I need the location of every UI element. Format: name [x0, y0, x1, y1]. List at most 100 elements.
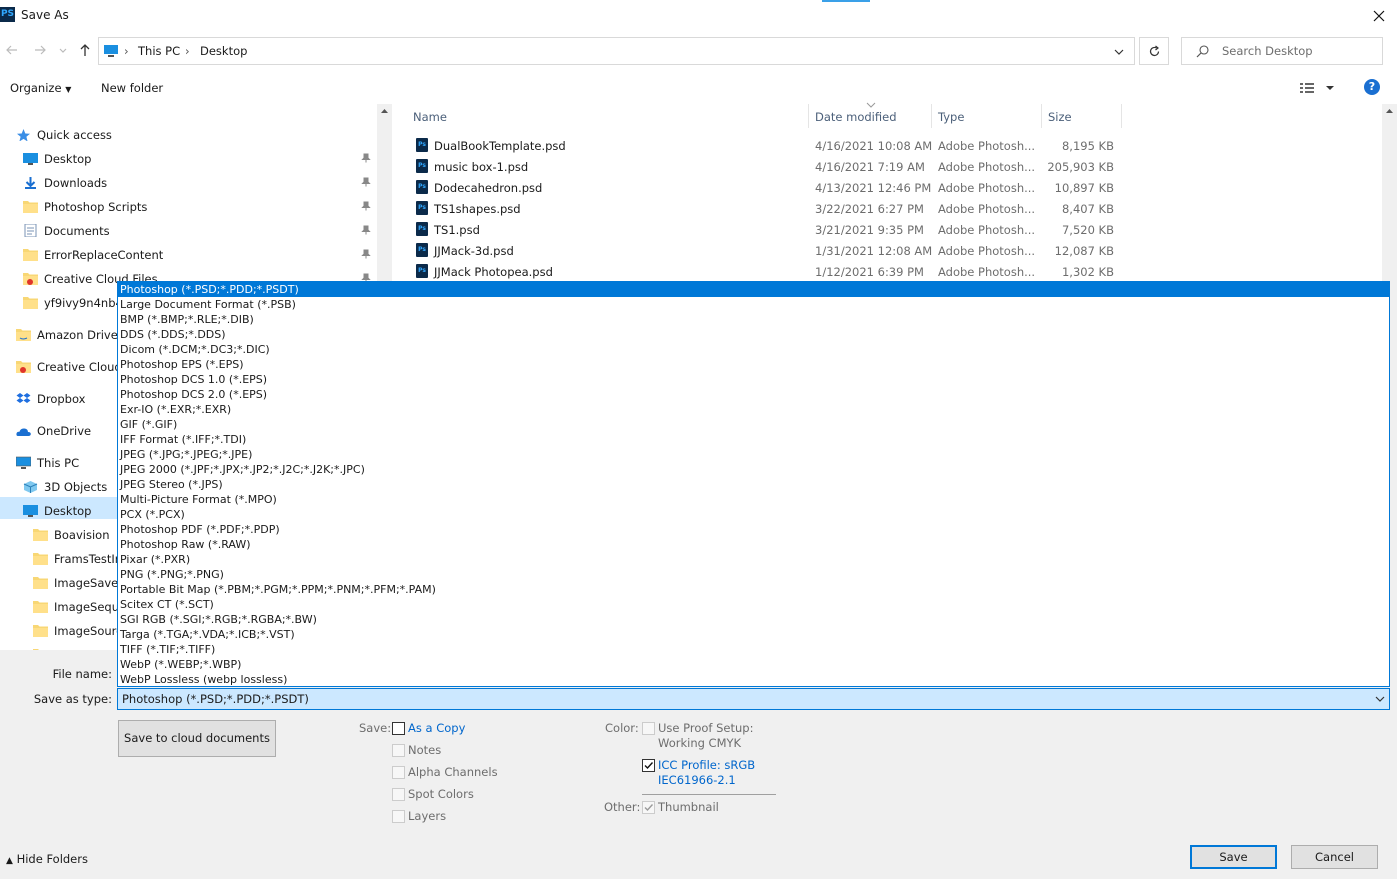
- file-type-option[interactable]: GIF (*.GIF): [118, 417, 1389, 432]
- file-type-option[interactable]: Portable Bit Map (*.PBM;*.PGM;*.PPM;*.PN…: [118, 582, 1389, 597]
- file-type-option[interactable]: Scitex CT (*.SCT): [118, 597, 1389, 612]
- column-header-size[interactable]: Size: [1042, 104, 1121, 128]
- as-a-copy-checkbox[interactable]: [392, 722, 405, 735]
- layers-label: Layers: [408, 809, 447, 823]
- file-row[interactable]: Ps music box-1.psd 4/16/2021 7:19 AM Adobe …: [392, 156, 1382, 177]
- column-header-name[interactable]: Name: [392, 104, 808, 128]
- sidebar-item-label: Creative Cloud: [37, 360, 122, 374]
- close-button[interactable]: [1369, 6, 1389, 26]
- sidebar-item-documents[interactable]: Documents: [23, 220, 392, 242]
- new-folder-button[interactable]: New folder: [101, 81, 163, 95]
- pin-icon[interactable]: [361, 153, 371, 163]
- back-button[interactable]: [4, 42, 20, 58]
- file-type-option[interactable]: WebP Lossless (webp lossless): [118, 672, 1389, 687]
- sidebar-item-quick-access[interactable]: Quick access: [16, 124, 392, 146]
- pc-icon: [16, 456, 31, 469]
- save-to-cloud-button[interactable]: Save to cloud documents: [118, 720, 276, 757]
- file-row[interactable]: Ps DualBookTemplate.psd 4/16/2021 10:08 AM…: [392, 135, 1382, 156]
- file-type-option[interactable]: Exr-IO (*.EXR;*.EXR): [118, 402, 1389, 417]
- file-type-option[interactable]: JPEG Stereo (*.JPS): [118, 477, 1389, 492]
- save-as-type-select[interactable]: Photoshop (*.PSD;*.PDD;*.PSDT): [117, 688, 1390, 710]
- file-name-label: File name:: [52, 667, 112, 681]
- file-size: 12,087 KB: [1054, 244, 1114, 258]
- sidebar-item-label: Dropbox: [37, 392, 86, 406]
- file-type-option[interactable]: WebP (*.WEBP;*.WBP): [118, 657, 1389, 672]
- file-row[interactable]: Ps JJMack Photopea.psd 1/12/2021 6:39 PM Ad…: [392, 261, 1382, 282]
- sidebar-item-downloads[interactable]: Downloads: [23, 172, 392, 194]
- file-type-option[interactable]: DDS (*.DDS;*.DDS): [118, 327, 1389, 342]
- up-button[interactable]: [77, 42, 93, 58]
- sidebar-item-photoshop-scripts[interactable]: Photoshop Scripts: [23, 196, 392, 218]
- pin-icon[interactable]: [361, 177, 371, 187]
- file-type-option[interactable]: Multi-Picture Format (*.MPO): [118, 492, 1389, 507]
- search-box[interactable]: Search Desktop: [1181, 37, 1383, 65]
- pin-icon[interactable]: [361, 249, 371, 259]
- chevron-down-icon[interactable]: [1113, 46, 1125, 58]
- file-type-option[interactable]: Photoshop DCS 1.0 (*.EPS): [118, 372, 1389, 387]
- file-type-option[interactable]: Targa (*.TGA;*.VDA;*.ICB;*.VST): [118, 627, 1389, 642]
- hide-folders-button[interactable]: ▲ Hide Folders: [6, 852, 88, 866]
- sort-indicator-icon: [866, 102, 876, 108]
- icc-profile-checkbox[interactable]: [642, 759, 655, 772]
- help-icon[interactable]: ?: [1364, 79, 1380, 95]
- file-type-option[interactable]: Photoshop Raw (*.RAW): [118, 537, 1389, 552]
- options-divider: [642, 794, 776, 795]
- pin-icon[interactable]: [361, 201, 371, 211]
- organize-menu[interactable]: Organize ▼: [10, 81, 71, 95]
- cancel-button[interactable]: Cancel: [1291, 845, 1378, 869]
- breadcrumb-separator: ›: [185, 44, 190, 58]
- file-type-option[interactable]: Dicom (*.DCM;*.DC3;*.DIC): [118, 342, 1389, 357]
- file-type-option[interactable]: PNG (*.PNG;*.PNG): [118, 567, 1389, 582]
- search-input[interactable]: Search Desktop: [1222, 44, 1313, 58]
- file-type-option[interactable]: Photoshop DCS 2.0 (*.EPS): [118, 387, 1389, 402]
- file-type-option[interactable]: JPEG 2000 (*.JPF;*.JPX;*.JP2;*.J2C;*.J2K…: [118, 462, 1389, 477]
- proof-setup-profile-label: Working CMYK: [658, 736, 742, 750]
- icc-profile-label: ICC Profile: sRGB: [658, 758, 756, 772]
- column-header-type[interactable]: Type: [932, 104, 1041, 128]
- sidebar-item-errorreplacecontent[interactable]: ErrorReplaceContent: [23, 244, 392, 266]
- folder-icon: [33, 625, 48, 637]
- file-type: Adobe Photosh...: [938, 202, 1036, 216]
- file-type-option[interactable]: IFF Format (*.IFF;*.TDI): [118, 432, 1389, 447]
- column-header-date[interactable]: Date modified: [809, 102, 931, 128]
- file-type-option[interactable]: Pixar (*.PXR): [118, 552, 1389, 567]
- column-divider[interactable]: [1121, 104, 1122, 128]
- file-type-option[interactable]: Photoshop (*.PSD;*.PDD;*.PSDT): [118, 282, 1389, 297]
- address-bar[interactable]: › This PC › Desktop: [98, 37, 1135, 65]
- view-options-button[interactable]: [1298, 80, 1338, 96]
- sidebar-item-label: ImageSave: [54, 576, 119, 590]
- file-date: 4/16/2021 7:19 AM: [815, 160, 925, 174]
- pin-icon[interactable]: [361, 225, 371, 235]
- layers-checkbox[interactable]: [392, 810, 405, 823]
- file-row[interactable]: Ps TS1.psd 3/21/2021 9:35 PM Adobe Photosh.…: [392, 219, 1382, 240]
- title-accent-bar: [822, 0, 870, 2]
- file-row[interactable]: Ps TS1shapes.psd 3/22/2021 6:27 PM Adobe Ph…: [392, 198, 1382, 219]
- file-type-option[interactable]: JPEG (*.JPG;*.JPEG;*.JPE): [118, 447, 1389, 462]
- file-type-option[interactable]: Photoshop PDF (*.PDF;*.PDP): [118, 522, 1389, 537]
- save-button[interactable]: Save: [1190, 845, 1277, 869]
- forward-button[interactable]: [32, 42, 48, 58]
- spot-colors-checkbox[interactable]: [392, 788, 405, 801]
- sidebar-item-label: Desktop: [44, 152, 92, 166]
- file-name: TS1shapes.psd: [434, 202, 521, 216]
- breadcrumb-this-pc[interactable]: This PC: [138, 44, 180, 58]
- sidebar-item-desktop[interactable]: Desktop: [23, 148, 392, 170]
- alpha-channels-checkbox[interactable]: [392, 766, 405, 779]
- file-type-option[interactable]: BMP (*.BMP;*.RLE;*.DIB): [118, 312, 1389, 327]
- file-type-option[interactable]: TIFF (*.TIF;*.TIFF): [118, 642, 1389, 657]
- refresh-button[interactable]: [1139, 37, 1169, 65]
- breadcrumb-desktop[interactable]: Desktop: [200, 44, 247, 58]
- file-row[interactable]: Ps JJMack-3d.psd 1/31/2021 12:08 AM Adobe P…: [392, 240, 1382, 261]
- file-type-option[interactable]: Large Document Format (*.PSB): [118, 297, 1389, 312]
- use-proof-setup-checkbox[interactable]: [642, 722, 655, 735]
- file-size: 10,897 KB: [1054, 181, 1114, 195]
- recent-locations-button[interactable]: [58, 42, 68, 58]
- file-type-option[interactable]: PCX (*.PCX): [118, 507, 1389, 522]
- folder-icon: [23, 297, 38, 309]
- thumbnail-checkbox[interactable]: [642, 801, 655, 814]
- file-type-option[interactable]: Photoshop EPS (*.EPS): [118, 357, 1389, 372]
- file-type-option[interactable]: SGI RGB (*.SGI;*.RGB;*.RGBA;*.BW): [118, 612, 1389, 627]
- notes-checkbox[interactable]: [392, 744, 405, 757]
- save-options-label: Save:: [359, 721, 392, 735]
- file-row[interactable]: Ps Dodecahedron.psd 4/13/2021 12:46 PM Adob…: [392, 177, 1382, 198]
